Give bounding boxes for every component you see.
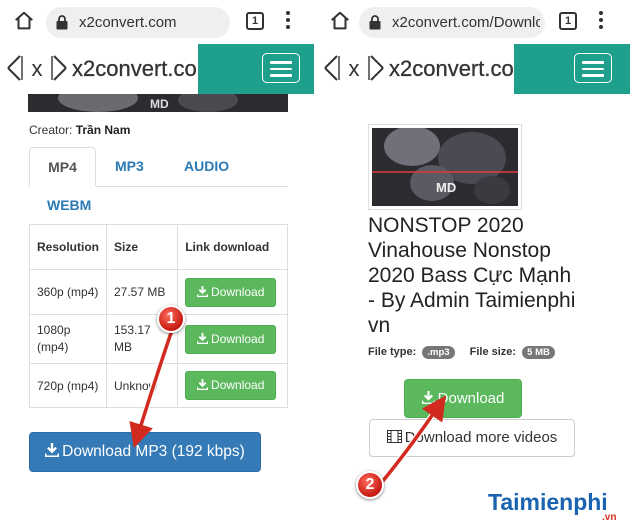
menu-dots-icon[interactable] xyxy=(285,11,291,33)
download-button-label: Download xyxy=(211,378,265,392)
cell-resolution: 720p (mp4) xyxy=(29,363,107,408)
video-thumbnail-partial: MD xyxy=(28,94,288,112)
step-marker-1: 1 xyxy=(157,305,185,333)
header-teal-bar xyxy=(514,44,630,94)
file-info: File type: .mp3 File size: 5 MB xyxy=(368,346,555,359)
lock-icon xyxy=(369,15,381,30)
download-mp3-button[interactable]: Download MP3 (192 kbps) xyxy=(29,432,261,472)
file-type-badge: .mp3 xyxy=(422,346,455,359)
download-button[interactable]: Download xyxy=(404,379,522,418)
site-logo[interactable]: x x2convert.com xyxy=(4,50,200,86)
lock-icon xyxy=(56,15,68,30)
film-icon xyxy=(386,430,402,443)
creator-name: Trần Nam xyxy=(75,123,131,137)
url-text: x2convert.com/Downlo xyxy=(392,14,540,31)
tab-webm[interactable]: WEBM xyxy=(47,197,91,213)
video-thumbnail: MD xyxy=(368,124,522,210)
step-marker-2: 2 xyxy=(356,471,384,499)
table-row: 360p (mp4) 27.57 MB Download xyxy=(29,269,288,315)
hamburger-icon[interactable] xyxy=(574,53,612,83)
file-size-label: File size: xyxy=(469,346,517,358)
col-link-download: Link download xyxy=(177,224,288,270)
logo-mark-text: x xyxy=(32,56,43,81)
watermark-text: Taimienphi xyxy=(488,489,608,515)
download-720p-button[interactable]: Download xyxy=(185,371,277,400)
tabs-icon[interactable]: 1 xyxy=(559,12,577,30)
cell-resolution: 360p (mp4) xyxy=(29,269,107,315)
table-row: 720p (mp4) Unknow Download xyxy=(29,363,288,408)
download-icon xyxy=(45,443,60,457)
table-header-row: Resolution Size Link download xyxy=(29,224,288,270)
site-logo[interactable]: x x2convert.com xyxy=(321,50,517,86)
file-type-label: File type: xyxy=(368,346,417,358)
browser-toolbar-right: x2convert.com/Downlo 1 xyxy=(317,0,630,44)
download-1080p-button[interactable]: Download xyxy=(185,324,277,354)
download-icon xyxy=(197,332,209,344)
creator-label: Creator: xyxy=(29,123,73,137)
home-icon[interactable] xyxy=(13,10,35,32)
hamburger-icon[interactable] xyxy=(262,53,300,83)
browser-toolbar-left: x2convert.com 1 xyxy=(0,0,314,44)
logo-text: x2convert.com xyxy=(72,56,200,81)
creator-line: Creator: Trần Nam xyxy=(29,123,130,137)
download-more-label: Download more videos xyxy=(404,429,558,446)
tab-mp4[interactable]: MP4 xyxy=(29,147,96,187)
cell-size: Unknow xyxy=(105,363,179,408)
tabs-icon[interactable]: 1 xyxy=(246,12,264,30)
watermark-suffix: .vn xyxy=(602,512,617,523)
song-title: NONSTOP 2020 Vinahouse Nonstop 2020 Bass… xyxy=(368,214,576,337)
logo-mark-text: x xyxy=(349,56,360,81)
menu-dots-icon[interactable] xyxy=(598,11,604,33)
header-teal-bar xyxy=(198,44,314,94)
watermark: Taimienphi .vn xyxy=(488,489,616,523)
url-text: x2convert.com xyxy=(79,14,177,31)
download-icon xyxy=(197,379,209,390)
col-resolution: Resolution xyxy=(29,224,107,270)
site-header-right: x x2convert.com xyxy=(317,44,630,94)
address-bar[interactable]: x2convert.com xyxy=(46,7,230,38)
download-button-label: Download xyxy=(437,390,505,407)
svg-text:MD: MD xyxy=(436,180,456,195)
download-more-videos-button[interactable]: Download more videos xyxy=(369,419,575,457)
download-mp3-label: Download MP3 (192 kbps) xyxy=(62,443,245,460)
tab-audio[interactable]: AUDIO xyxy=(184,158,229,174)
svg-text:MD: MD xyxy=(150,97,169,111)
download-button-label: Download xyxy=(211,284,265,299)
screenshot-root: x2convert.com 1 x x2convert.com MD Creat… xyxy=(0,0,630,532)
download-360p-button[interactable]: Download xyxy=(185,277,277,307)
download-icon xyxy=(421,391,435,404)
download-button-label: Download xyxy=(211,331,265,346)
cell-resolution: 1080p (mp4) xyxy=(29,314,107,364)
home-icon[interactable] xyxy=(329,10,351,32)
logo-text: x2convert.com xyxy=(389,56,517,81)
download-icon xyxy=(197,285,209,297)
address-bar[interactable]: x2convert.com/Downlo xyxy=(359,7,545,38)
col-size: Size xyxy=(105,224,179,270)
tab-mp3[interactable]: MP3 xyxy=(115,158,144,174)
site-header-left: x x2convert.com xyxy=(0,44,314,94)
file-size-badge: 5 MB xyxy=(522,346,555,359)
